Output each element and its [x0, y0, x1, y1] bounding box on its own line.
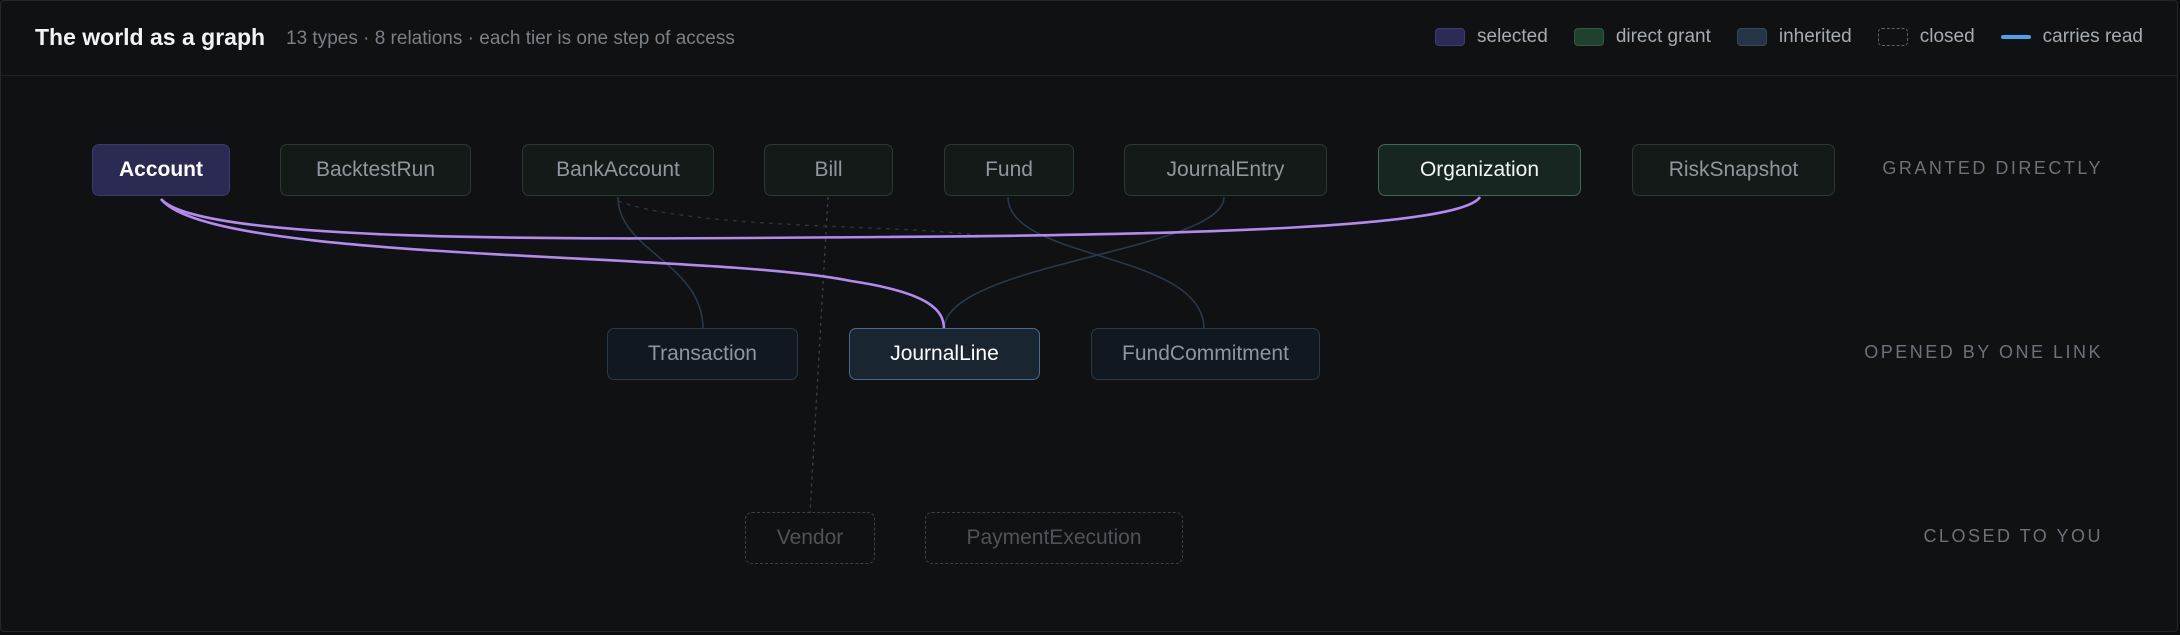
node-label: Vendor [776, 526, 844, 549]
node-bankaccount[interactable]: BankAccount [522, 144, 714, 196]
node-label: JournalEntry [1166, 158, 1285, 181]
graph-panel: The world as a graph 13 types · 8 relati… [0, 0, 2178, 632]
tier-label-closed: CLOSED TO YOU [1923, 526, 2103, 546]
node-journalentry[interactable]: JournalEntry [1124, 144, 1327, 196]
node-label: PaymentExecution [966, 526, 1142, 549]
tier-label-opened: OPENED BY ONE LINK [1864, 342, 2103, 362]
edge-bankaccount-bill-dashed [617, 200, 992, 238]
node-label: RiskSnapshot [1668, 158, 1799, 181]
node-transaction[interactable]: Transaction [607, 328, 798, 380]
node-journalline[interactable]: JournalLine [849, 328, 1040, 380]
edge-fund-fundcommitment [1007, 196, 1205, 330]
edge-bill-vendor [809, 196, 829, 514]
edge-journalentry-journalline [943, 196, 1225, 330]
node-label: Fund [985, 158, 1033, 181]
node-fund[interactable]: Fund [944, 144, 1074, 196]
node-label: BacktestRun [315, 158, 436, 181]
edge-account-organization [160, 196, 1482, 240]
node-label: FundCommitment [1122, 342, 1289, 365]
node-paymentexecution: PaymentExecution [925, 512, 1183, 564]
node-label: BankAccount [556, 158, 680, 181]
node-fundcommitment[interactable]: FundCommitment [1091, 328, 1320, 380]
node-label: Organization [1419, 158, 1540, 181]
tier-label-granted: GRANTED DIRECTLY [1882, 158, 2103, 178]
node-backtestrun[interactable]: BacktestRun [280, 144, 471, 196]
node-label: JournalLine [890, 342, 999, 365]
node-bill[interactable]: Bill [764, 144, 893, 196]
node-label: Account [119, 158, 203, 181]
node-vendor: Vendor [745, 512, 875, 564]
node-label: Transaction [648, 342, 757, 365]
node-organization[interactable]: Organization [1378, 144, 1581, 196]
node-account[interactable]: Account [92, 144, 230, 196]
node-risksnapshot[interactable]: RiskSnapshot [1632, 144, 1835, 196]
node-label: Bill [814, 158, 843, 181]
